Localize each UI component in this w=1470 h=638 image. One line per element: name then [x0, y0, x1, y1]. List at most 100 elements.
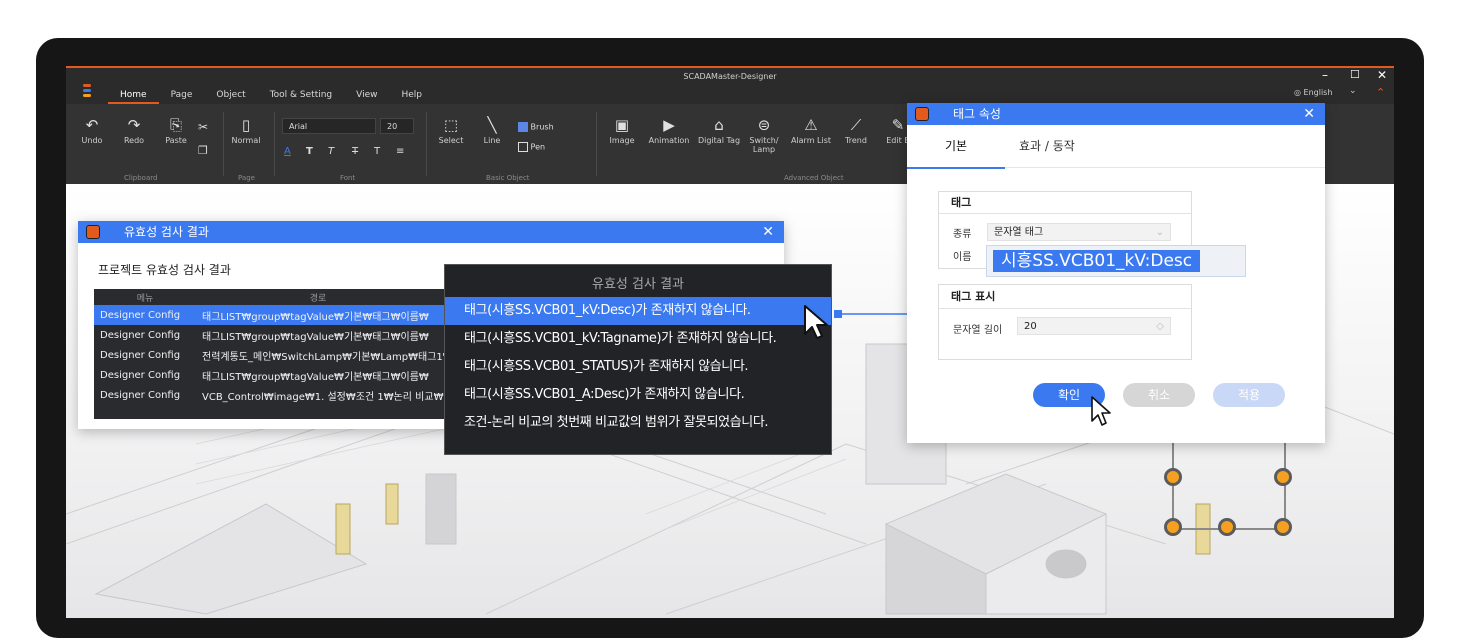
- tag-section-title: 태그: [939, 192, 1191, 214]
- cut-icon[interactable]: ✂: [198, 120, 208, 134]
- resize-handle[interactable]: [1274, 468, 1292, 486]
- group-label-clipboard: Clipboard: [124, 174, 158, 182]
- font-family-select[interactable]: Arial: [282, 118, 376, 134]
- tag-dialog-title: 태그 속성: [953, 107, 1001, 121]
- validation-dialog-title: 유효성 검사 결과: [124, 225, 209, 239]
- result-item[interactable]: 태그(시흥SS.VCB01_STATUS)가 존재하지 않습니다.: [445, 353, 831, 381]
- row-menu: Designer Config: [100, 349, 181, 361]
- table-row[interactable]: Designer Config VCB_Control₩image₩1. 설정₩조…: [94, 385, 494, 405]
- animation-label: Animation: [648, 136, 690, 145]
- tab-basic[interactable]: 기본: [907, 125, 1005, 169]
- result-item[interactable]: 태그(시흥SS.VCB01_kV:Tagname)가 존재하지 않습니다.: [445, 325, 831, 353]
- trend-icon: ⟋: [850, 116, 862, 134]
- table-row[interactable]: Designer Config 태그LIST₩group₩tagValue₩기본₩…: [94, 305, 494, 325]
- pen-button[interactable]: Pen: [518, 142, 545, 152]
- validation-result-popup: 유효성 검사 결과 태그(시흥SS.VCB01_kV:Desc)가 존재하지 않…: [444, 264, 832, 455]
- pen-swatch-icon: [518, 142, 528, 152]
- menu-page[interactable]: Page: [159, 88, 205, 104]
- normal-page-button[interactable]: ▯ Normal: [226, 114, 266, 145]
- redo-label: Redo: [123, 136, 145, 145]
- font-size-select[interactable]: 20: [380, 118, 414, 134]
- resize-handle[interactable]: [1218, 518, 1236, 536]
- switch-lamp-label-1: Switch/: [749, 136, 779, 145]
- title-bar: SCADAMaster-Designer Home Page Object To…: [66, 66, 1394, 104]
- selection-box[interactable]: [1172, 428, 1286, 530]
- separator: [223, 112, 224, 176]
- name-label: 이름: [953, 252, 972, 263]
- row-menu: Designer Config: [100, 309, 181, 321]
- tag-type-select[interactable]: 문자열 태그 ⌄: [987, 223, 1171, 241]
- redo-icon: ↷: [127, 116, 141, 134]
- menu-home[interactable]: Home: [108, 88, 159, 104]
- paste-button[interactable]: ⎘ Paste: [156, 114, 196, 145]
- mouse-cursor-icon: [804, 305, 828, 339]
- result-item[interactable]: 태그(시흥SS.VCB01_kV:Desc)가 존재하지 않습니다.: [445, 297, 831, 325]
- tag-display-section-title: 태그 표시: [939, 285, 1191, 309]
- row-menu: Designer Config: [100, 369, 181, 381]
- maximize-icon[interactable]: ☐: [1350, 68, 1360, 81]
- table-row[interactable]: Designer Config 태그LIST₩group₩tagValue₩기본₩…: [94, 325, 494, 345]
- globe-icon: ◎: [1294, 88, 1301, 97]
- tag-display-section: 태그 표시 문자열 길이 20 ◇: [938, 284, 1192, 360]
- alarm-icon: ⚠: [804, 116, 818, 134]
- undo-button[interactable]: ↶ Undo: [72, 114, 112, 145]
- type-label: 종류: [953, 229, 972, 240]
- apply-button[interactable]: 적용: [1213, 383, 1285, 407]
- group-label-basic-object: Basic Object: [486, 174, 530, 182]
- align-icon[interactable]: ≡: [396, 146, 404, 157]
- animation-icon: ▶: [663, 116, 675, 134]
- tab-effect-action[interactable]: 효과 / 동작: [1019, 125, 1075, 167]
- animation-button[interactable]: ▶ Animation: [646, 114, 692, 145]
- chevron-up-icon[interactable]: ⌃: [1376, 86, 1385, 99]
- select-label: Select: [438, 136, 464, 145]
- chevron-down-icon[interactable]: ⌄: [1349, 86, 1357, 96]
- table-row[interactable]: Designer Config 전력계통도_메인₩SwitchLamp₩기본₩La…: [94, 345, 494, 365]
- text-size-icon[interactable]: T: [374, 146, 380, 157]
- paste-label: Paste: [165, 136, 187, 145]
- copy-icon[interactable]: ❐: [198, 144, 208, 157]
- result-item[interactable]: 조건-논리 비교의 첫번째 비교값의 범위가 잘못되었습니다.: [445, 409, 831, 437]
- trend-button[interactable]: ⟋ Trend: [836, 114, 876, 145]
- tag-name-field[interactable]: 시흥SS.VCB01_kV:Desc: [986, 245, 1246, 277]
- result-item[interactable]: 태그(시흥SS.VCB01_A:Desc)가 존재하지 않습니다.: [445, 381, 831, 409]
- font-color-icon[interactable]: A: [284, 146, 291, 157]
- validation-dialog-titlebar: 유효성 검사 결과 ✕: [78, 221, 784, 243]
- tag-icon: ⌂: [714, 116, 724, 134]
- image-label: Image: [609, 136, 635, 145]
- bold-icon[interactable]: T: [306, 146, 313, 157]
- resize-handle[interactable]: [1274, 518, 1292, 536]
- menu-object[interactable]: Object: [204, 88, 257, 104]
- close-icon[interactable]: ✕: [1303, 103, 1315, 125]
- redo-button[interactable]: ↷ Redo: [114, 114, 154, 145]
- mouse-cursor-icon: [1091, 396, 1111, 426]
- app-icon: [915, 107, 929, 121]
- image-button[interactable]: ▣ Image: [602, 114, 642, 145]
- line-button[interactable]: ╲ Line: [472, 114, 512, 145]
- menu-view[interactable]: View: [344, 88, 389, 104]
- menu-tool-setting[interactable]: Tool & Setting: [258, 88, 344, 104]
- tag-type-value: 문자열 태그: [994, 227, 1044, 238]
- language-selector[interactable]: ◎ English: [1294, 88, 1332, 97]
- brush-button[interactable]: Brush: [518, 122, 554, 132]
- italic-icon[interactable]: T: [328, 146, 334, 157]
- table-row[interactable]: Designer Config 태그LIST₩group₩tagValue₩기본₩…: [94, 365, 494, 385]
- row-menu: Designer Config: [100, 389, 181, 401]
- main-menu: Home Page Object Tool & Setting View Hel…: [108, 88, 434, 104]
- switch-lamp-button[interactable]: ⊜ Switch/Lamp: [744, 114, 784, 154]
- select-button[interactable]: ⬚ Select: [431, 114, 471, 145]
- resize-handle[interactable]: [1164, 468, 1182, 486]
- select-icon: ⬚: [443, 116, 459, 134]
- title-accent-line: [66, 66, 1394, 68]
- menu-help[interactable]: Help: [390, 88, 435, 104]
- cancel-button[interactable]: 취소: [1123, 383, 1195, 407]
- tab-bar: 기본 효과 / 동작: [907, 125, 1325, 169]
- close-icon[interactable]: ✕: [762, 221, 774, 243]
- alarm-list-button[interactable]: ⚠ Alarm List: [788, 114, 834, 145]
- digital-tag-button[interactable]: ⌂ Digital Tag: [696, 114, 742, 145]
- string-length-input[interactable]: 20 ◇: [1017, 317, 1171, 335]
- resize-handle[interactable]: [1164, 518, 1182, 536]
- minimize-icon[interactable]: –: [1322, 68, 1328, 82]
- strike-icon[interactable]: T: [352, 146, 358, 157]
- string-length-label: 문자열 길이: [953, 325, 1003, 336]
- close-icon[interactable]: ✕: [1377, 68, 1387, 82]
